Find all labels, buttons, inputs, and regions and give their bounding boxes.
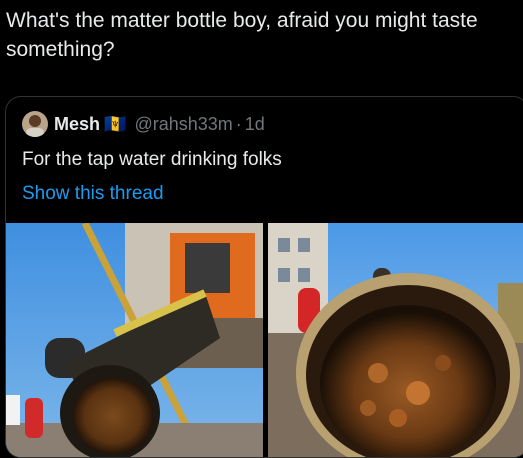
photo-pipe-excavator-icon <box>6 223 263 457</box>
timestamp[interactable]: 1d <box>245 114 265 135</box>
author-handle[interactable]: @rahsh33m <box>134 114 232 135</box>
separator-dot: · <box>235 113 242 134</box>
author-name[interactable]: Mesh <box>54 114 100 135</box>
media-photo-left[interactable] <box>6 223 263 457</box>
quoted-tweet-header: Mesh 🇧🇧 @rahsh33m · 1d <box>22 111 265 137</box>
photo-pipe-closeup-icon <box>268 223 523 457</box>
flag-icon: 🇧🇧 <box>104 113 127 134</box>
show-thread-link[interactable]: Show this thread <box>22 183 164 205</box>
avatar[interactable] <box>22 111 48 137</box>
media-photo-right[interactable] <box>268 223 523 457</box>
quoted-tweet-card[interactable]: Mesh 🇧🇧 @rahsh33m · 1d For the tap water… <box>5 96 523 458</box>
post-text: What's the matter bottle boy, afraid you… <box>6 9 478 61</box>
quoted-tweet-text: For the tap water drinking folks <box>22 149 282 170</box>
